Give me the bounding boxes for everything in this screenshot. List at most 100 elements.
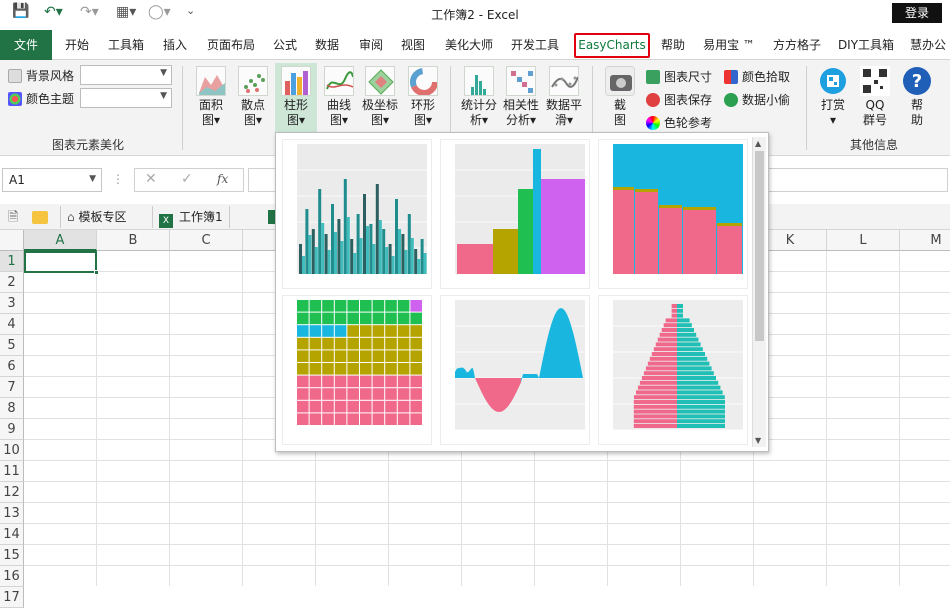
smoothing-button[interactable]: 数据平 滑▾ bbox=[543, 66, 585, 128]
cancel-icon[interactable]: ✕ bbox=[145, 171, 157, 187]
tab-diy[interactable]: DIY工具箱 bbox=[834, 30, 898, 60]
row-header[interactable]: 5 bbox=[0, 335, 24, 356]
tab-yiyongbao[interactable]: 易用宝 ™ bbox=[698, 30, 760, 60]
row-header[interactable]: 16 bbox=[0, 566, 24, 587]
column-header[interactable]: M bbox=[900, 230, 950, 251]
gallery-scrollbar[interactable]: ▲ ▼ bbox=[752, 137, 766, 447]
tab-review[interactable]: 审阅 bbox=[354, 30, 388, 60]
tab-view[interactable]: 视图 bbox=[396, 30, 430, 60]
row-header[interactable]: 10 bbox=[0, 440, 24, 461]
tab-fangfang[interactable]: 方方格子 bbox=[768, 30, 826, 60]
column-header[interactable]: A bbox=[24, 230, 97, 251]
chart-save-button[interactable]: 图表保存 bbox=[646, 91, 712, 108]
folder-icon[interactable] bbox=[32, 211, 48, 224]
curve-chart-button[interactable]: 曲线 图▾ bbox=[320, 66, 358, 128]
area-segment bbox=[555, 311, 557, 378]
tab-beautify[interactable]: 美化大师 bbox=[440, 30, 498, 60]
row-header[interactable]: 17 bbox=[0, 587, 24, 608]
color-wheel-button[interactable]: 色轮参考 bbox=[646, 114, 712, 131]
row-header[interactable]: 14 bbox=[0, 524, 24, 545]
waffle-cell bbox=[310, 376, 322, 388]
gallery-item-stacked-percent[interactable] bbox=[598, 139, 748, 289]
column-chart-button[interactable]: 柱形 图▾ bbox=[275, 63, 317, 135]
tab-data[interactable]: 数据 bbox=[310, 30, 344, 60]
tab-page-layout[interactable]: 页面布局 bbox=[202, 30, 260, 60]
row-header[interactable]: 11 bbox=[0, 461, 24, 482]
scroll-down-icon[interactable]: ▼ bbox=[755, 436, 761, 445]
tab-formulas[interactable]: 公式 bbox=[268, 30, 302, 60]
smoothing-icon bbox=[549, 66, 579, 96]
tab-easycharts[interactable]: EasyCharts bbox=[574, 33, 650, 58]
tab-home[interactable]: 开始 bbox=[60, 30, 94, 60]
screenshot-button[interactable]: 截图 bbox=[602, 66, 638, 128]
row-header[interactable]: 1 bbox=[0, 251, 24, 272]
tab-insert[interactable]: 插入 bbox=[158, 30, 192, 60]
color-theme-item[interactable]: 颜色主题 bbox=[8, 90, 74, 107]
area-chart-button[interactable]: 面积 图▾ bbox=[192, 66, 230, 128]
tab-toolbox[interactable]: 工具箱 bbox=[104, 30, 148, 60]
polar-chart-button[interactable]: 极坐标 图▾ bbox=[359, 66, 401, 128]
chevron-down-icon: ▼ bbox=[89, 174, 96, 184]
row-header[interactable]: 9 bbox=[0, 419, 24, 440]
tab-developer[interactable]: 开发工具 bbox=[506, 30, 564, 60]
active-cell-a1[interactable] bbox=[24, 251, 97, 273]
row-header[interactable]: 4 bbox=[0, 314, 24, 335]
row-header[interactable]: 13 bbox=[0, 503, 24, 524]
gallery-item-population-pyramid[interactable] bbox=[598, 295, 748, 445]
row-header[interactable]: 7 bbox=[0, 377, 24, 398]
correlation-button[interactable]: 相关性 分析▾ bbox=[500, 66, 542, 128]
bg-style-item[interactable]: 背景风格 bbox=[8, 67, 74, 84]
waffle-cell bbox=[373, 325, 385, 337]
column-header[interactable]: C bbox=[170, 230, 243, 251]
data-thief-button[interactable]: 数据小偷 bbox=[724, 91, 790, 108]
fill-handle[interactable] bbox=[94, 270, 99, 275]
waffle-cell bbox=[297, 313, 309, 325]
bar bbox=[398, 229, 401, 274]
ring-chart-button[interactable]: 环形 图▾ bbox=[404, 66, 442, 128]
waffle-cell bbox=[410, 313, 422, 325]
function-icon[interactable]: fx bbox=[217, 172, 228, 186]
chart-size-button[interactable]: 图表尺寸 bbox=[646, 68, 712, 85]
color-theme-select[interactable]: ▼ bbox=[80, 88, 172, 108]
donate-button[interactable]: 打赏 ▾ bbox=[814, 66, 852, 128]
row-header[interactable]: 6 bbox=[0, 356, 24, 377]
area-segment bbox=[507, 378, 509, 407]
help-button[interactable]: ? 帮助 bbox=[898, 66, 936, 128]
row-header[interactable]: 15 bbox=[0, 545, 24, 566]
area-segment bbox=[461, 368, 463, 378]
bar bbox=[634, 405, 677, 409]
tab-workbook1[interactable]: X 工作簿1 bbox=[152, 206, 230, 228]
tab-huibangong[interactable]: 慧办公 bbox=[906, 30, 950, 60]
gallery-item-grouped-bar[interactable] bbox=[282, 139, 432, 289]
row-header[interactable]: 3 bbox=[0, 293, 24, 314]
login-button[interactable]: 登录 bbox=[892, 3, 942, 23]
scroll-thumb[interactable] bbox=[755, 151, 764, 341]
tab-file[interactable]: 文件 bbox=[0, 30, 52, 60]
gallery-item-waffle[interactable] bbox=[282, 295, 432, 445]
bg-style-select[interactable]: ▼ bbox=[80, 65, 172, 85]
tab-template-zone[interactable]: ⌂ 模板专区 bbox=[60, 206, 132, 228]
color-picker-button[interactable]: 颜色拾取 bbox=[724, 68, 790, 85]
bar bbox=[337, 219, 340, 274]
select-all-corner[interactable] bbox=[0, 230, 24, 251]
waffle-cell bbox=[398, 401, 410, 413]
scatter-chart-button[interactable]: 散点 图▾ bbox=[234, 66, 272, 128]
area-segment bbox=[547, 332, 549, 378]
gallery-item-variable-width-bar[interactable] bbox=[440, 139, 590, 289]
bar bbox=[662, 328, 677, 332]
bar bbox=[353, 253, 356, 274]
row-header[interactable]: 8 bbox=[0, 398, 24, 419]
name-box[interactable]: A1 ▼ bbox=[2, 168, 102, 192]
row-header[interactable]: 2 bbox=[0, 272, 24, 293]
statistics-button[interactable]: 统计分 析▾ bbox=[458, 66, 500, 128]
row-header[interactable]: 12 bbox=[0, 482, 24, 503]
column-header[interactable]: L bbox=[827, 230, 900, 251]
column-header[interactable]: B bbox=[97, 230, 170, 251]
tab-help[interactable]: 帮助 bbox=[658, 30, 688, 60]
gallery-item-threshold-area[interactable] bbox=[440, 295, 590, 445]
svg-text:?: ? bbox=[912, 71, 922, 92]
qq-group-button[interactable]: QQ 群号 bbox=[856, 66, 894, 128]
scroll-up-icon[interactable]: ▲ bbox=[755, 139, 761, 148]
new-file-icon[interactable]: 🗎 bbox=[8, 208, 18, 230]
enter-icon[interactable]: ✓ bbox=[181, 171, 193, 187]
